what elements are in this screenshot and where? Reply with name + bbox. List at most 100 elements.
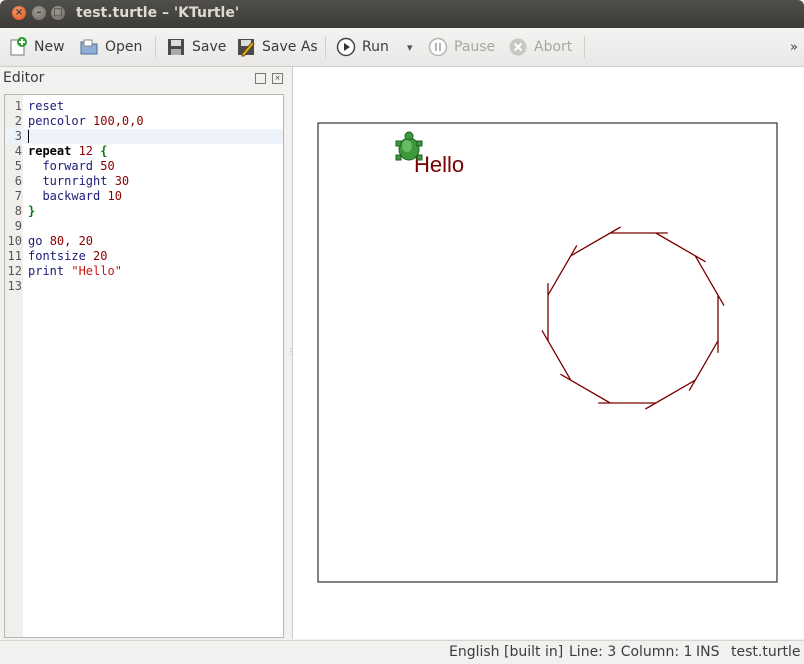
line-code: turnright 30 — [28, 174, 129, 189]
line-code: } — [28, 204, 35, 219]
code-token: forward — [28, 159, 101, 173]
open-label: Open — [105, 39, 143, 55]
line-code: forward 50 — [28, 159, 115, 174]
code-editor[interactable]: 1 reset 2 pencolor 100,0,0 3 4 repeat 12 {5 fo… — [4, 94, 284, 638]
toolbar-overflow-button[interactable]: » — [790, 36, 798, 58]
save-icon — [166, 37, 186, 57]
status-bar: English [built in] Line: 3 Column: 1 INS… — [0, 640, 804, 664]
float-dock-icon[interactable] — [255, 73, 266, 84]
save-button[interactable]: Save — [166, 36, 226, 58]
line-code: fontsize 20 — [28, 249, 107, 264]
text-cursor — [28, 130, 29, 143]
chevron-down-icon: ▾ — [407, 40, 413, 54]
code-token: backward — [28, 189, 108, 203]
code-token: 50 — [100, 159, 115, 173]
save-label: Save — [192, 39, 227, 55]
main-toolbar: New Open Save Save As Run ▾ Pause Abort … — [0, 28, 804, 67]
code-token: go — [28, 234, 50, 248]
code-token: turnright — [28, 174, 115, 188]
code-line[interactable]: 1 reset — [5, 99, 283, 114]
code-line[interactable]: 6 turnright 30 — [5, 174, 283, 189]
code-line[interactable]: 3 — [5, 129, 283, 144]
line-code: repeat 12 { — [28, 144, 108, 159]
code-line[interactable]: 10 go 80, 20 — [5, 234, 283, 249]
window-title: test.turtle – 'KTurtle' — [76, 5, 240, 21]
code-token: reset — [28, 99, 65, 113]
status-cursor-position: Line: 3 Column: 1 — [569, 644, 693, 660]
new-file-icon — [8, 37, 28, 57]
line-number: 8 — [14, 204, 22, 218]
turtle-canvas-area[interactable]: Hello — [292, 67, 804, 639]
status-language: English [built in] — [449, 644, 564, 660]
code-line[interactable]: 13 — [5, 279, 283, 294]
line-code: print "Hello" — [28, 264, 122, 279]
line-number: 9 — [14, 219, 22, 233]
line-code: reset — [28, 99, 64, 114]
code-token: pencolor — [28, 114, 94, 128]
code-token: fontsize — [28, 249, 94, 263]
line-number: 10 — [7, 234, 22, 248]
close-dock-icon[interactable]: × — [272, 73, 283, 84]
save-as-icon — [236, 37, 256, 57]
turtle-canvas: Hello — [317, 122, 778, 583]
line-number: 5 — [14, 159, 22, 173]
line-number: 3 — [14, 129, 22, 143]
run-label: Run — [362, 39, 389, 55]
line-number: 12 — [7, 264, 22, 278]
line-code: pencolor 100,0,0 — [28, 114, 144, 129]
line-number: 11 — [7, 249, 22, 263]
code-token: } — [28, 204, 36, 218]
maximize-window-button[interactable]: □ — [51, 6, 65, 20]
code-token: 12 — [78, 144, 101, 158]
toolbar-separator — [155, 36, 156, 58]
line-number: 2 — [14, 114, 22, 128]
status-filename: test.turtle — [731, 644, 801, 660]
line-number: 4 — [14, 144, 22, 158]
code-line[interactable]: 2 pencolor 100,0,0 — [5, 114, 283, 129]
code-token: 80, 20 — [49, 234, 94, 248]
abort-button[interactable]: Abort — [508, 36, 572, 58]
line-code: backward 10 — [28, 189, 122, 204]
minimize-window-button[interactable]: – — [32, 6, 46, 20]
code-token: "Hello" — [71, 264, 122, 278]
code-token: repeat — [28, 144, 79, 158]
code-line[interactable]: 4 repeat 12 { — [5, 144, 283, 159]
line-number: 7 — [14, 189, 22, 203]
pause-label: Pause — [454, 39, 496, 55]
line-number: 13 — [7, 279, 22, 293]
abort-label: Abort — [534, 39, 573, 55]
close-window-button[interactable]: × — [12, 6, 26, 20]
canvas-border — [317, 122, 778, 583]
code-token: 20 — [93, 249, 108, 263]
code-token: print — [28, 264, 72, 278]
code-line[interactable]: 9 — [5, 219, 283, 234]
run-button[interactable]: Run — [336, 36, 389, 58]
save-as-label: Save As — [262, 39, 318, 55]
code-token: { — [100, 144, 108, 158]
splitter-handle[interactable]: ⋮ — [287, 347, 295, 357]
new-button[interactable]: New — [8, 36, 65, 58]
new-label: New — [34, 39, 65, 55]
pause-button[interactable]: Pause — [428, 36, 495, 58]
save-as-button[interactable]: Save As — [236, 36, 318, 58]
pause-icon — [428, 37, 448, 57]
code-line[interactable]: 8} — [5, 204, 283, 219]
title-bar: × – □ test.turtle – 'KTurtle' — [0, 0, 804, 28]
code-token: 10 — [107, 189, 122, 203]
status-insert-mode: INS — [696, 644, 720, 660]
toolbar-separator — [325, 36, 326, 58]
code-token: 100,0,0 — [93, 114, 144, 128]
code-line[interactable]: 7 backward 10 — [5, 189, 283, 204]
code-line[interactable]: 11 fontsize 20 — [5, 249, 283, 264]
line-number: 6 — [14, 174, 22, 188]
editor-dock-title: Editor — [3, 70, 45, 86]
play-icon — [336, 37, 356, 57]
chevron-right-icon: » — [790, 39, 798, 55]
line-number: 1 — [14, 99, 22, 113]
code-line[interactable]: 12 print "Hello" — [5, 264, 283, 279]
code-line[interactable]: 5 forward 50 — [5, 159, 283, 174]
open-button[interactable]: Open — [79, 36, 142, 58]
line-code: go 80, 20 — [28, 234, 93, 249]
abort-icon — [508, 37, 528, 57]
run-speed-dropdown[interactable]: ▾ — [407, 36, 413, 58]
